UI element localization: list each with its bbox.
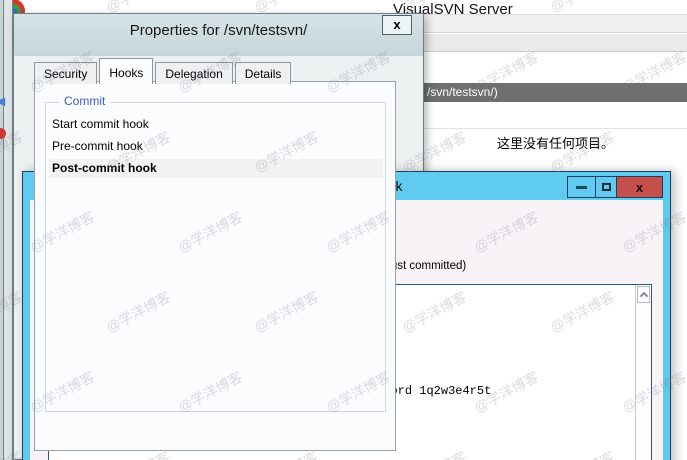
maximize-button[interactable] <box>595 176 617 198</box>
commit-group-label: Commit <box>59 94 110 108</box>
script-scrollbar[interactable] <box>635 285 651 460</box>
scroll-up-button[interactable] <box>637 286 650 303</box>
repository-path-bar: /svn/testsvn/) <box>424 83 687 102</box>
hooks-tab-panel: Commit Start commit hook Pre-commit hook P… <box>34 81 396 451</box>
commit-group-box: Commit Start commit hookPre-commit hookP… <box>45 102 386 412</box>
minimize-button[interactable] <box>567 176 596 198</box>
properties-tab-bar: SecurityHooksDelegationDetails <box>34 58 293 84</box>
screen: VisualSVN Server /svn/testsvn/) 这里没有任何项目… <box>0 0 687 460</box>
hook-item[interactable]: Post-commit hook <box>49 159 383 178</box>
hook-item[interactable]: Start commit hook <box>49 115 383 134</box>
caption-buttons: x <box>568 176 663 198</box>
menu-band <box>424 14 687 33</box>
hook-list: Start commit hook Pre-commit hook Post-com… <box>46 115 385 178</box>
back-arrow-icon[interactable]: ◀ <box>0 94 5 108</box>
chevron-up-icon <box>639 292 647 300</box>
empty-list-message: 这里没有任何项目。 <box>424 133 687 152</box>
properties-dialog-title: Properties for /svn/testsvn/ <box>14 14 423 39</box>
tab-hooks[interactable]: Hooks <box>99 58 153 84</box>
close-button[interactable]: x <box>616 176 663 198</box>
properties-titlebar[interactable]: Properties for /svn/testsvn/ x <box>14 14 423 56</box>
toolbar-band <box>424 34 687 52</box>
background-window-edge <box>0 0 13 460</box>
properties-dialog: Properties for /svn/testsvn/ x SecurityH… <box>13 13 424 460</box>
tab-security[interactable]: Security <box>34 62 97 84</box>
minimize-icon <box>576 186 587 189</box>
tab-delegation[interactable]: Delegation <box>155 62 232 84</box>
content-separator <box>424 128 687 129</box>
close-icon: x <box>636 180 643 195</box>
hook-item[interactable]: Pre-commit hook <box>49 137 383 156</box>
maximize-icon <box>602 183 611 191</box>
tab-details[interactable]: Details <box>235 62 292 84</box>
properties-close-button[interactable]: x <box>382 15 412 35</box>
